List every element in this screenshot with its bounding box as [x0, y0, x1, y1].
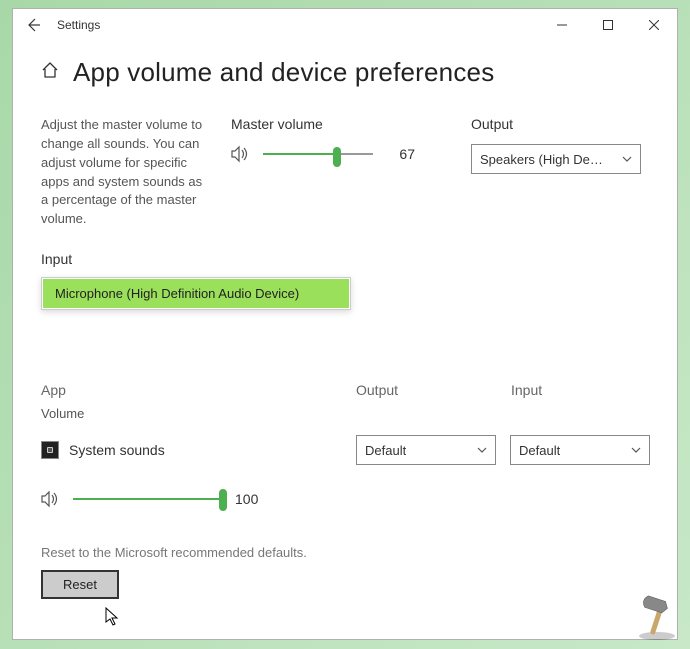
chevron-down-icon — [622, 154, 632, 165]
window-title: Settings — [53, 18, 539, 32]
output-selected: Speakers (High De… — [480, 152, 603, 167]
maximize-button[interactable] — [585, 9, 631, 41]
master-volume-slider[interactable] — [263, 144, 373, 164]
app-volume-slider[interactable] — [73, 489, 223, 509]
reset-section: Reset to the Microsoft recommended defau… — [41, 545, 649, 599]
app-output-selected: Default — [365, 443, 406, 458]
speaker-icon — [231, 145, 251, 163]
settings-window: Settings App volume and device preferenc… — [12, 8, 678, 640]
output-column-header: Output — [356, 382, 511, 398]
app-input-dropdown[interactable]: Default — [510, 435, 650, 465]
content-area: App volume and device preferences Adjust… — [13, 41, 677, 639]
chevron-down-icon — [477, 445, 487, 456]
back-button[interactable] — [13, 9, 53, 41]
input-dropdown[interactable]: Microphone (High Definition Audio Device… — [41, 277, 351, 310]
app-row: System sounds Default Default — [41, 435, 649, 465]
close-button[interactable] — [631, 9, 677, 41]
top-grid: Adjust the master volume to change all s… — [41, 116, 649, 229]
input-section: Input Microphone (High Definition Audio … — [41, 251, 649, 310]
page-title: App volume and device preferences — [73, 57, 494, 88]
speaker-icon — [41, 490, 61, 508]
header-row: App volume and device preferences — [41, 57, 649, 88]
titlebar: Settings — [13, 9, 677, 41]
home-icon[interactable] — [41, 61, 59, 84]
master-slider-row: 67 — [231, 144, 431, 164]
chevron-down-icon — [631, 445, 641, 456]
reset-button[interactable]: Reset — [41, 570, 119, 599]
app-input-selected: Default — [519, 443, 560, 458]
input-selected: Microphone (High Definition Audio Device… — [43, 279, 349, 308]
app-name: System sounds — [69, 442, 165, 458]
app-header-row: App Output Input — [41, 382, 649, 398]
app-slider-row: 100 — [41, 489, 649, 509]
app-column-header: App — [41, 382, 356, 398]
input-column-header: Input — [511, 382, 542, 398]
minimize-button[interactable] — [539, 9, 585, 41]
reset-description: Reset to the Microsoft recommended defau… — [41, 545, 649, 560]
app-section: App Output Input Volume System sounds De… — [41, 382, 649, 509]
output-label: Output — [471, 116, 641, 132]
system-sounds-icon — [41, 441, 59, 459]
master-volume-section: Master volume 67 — [231, 116, 431, 229]
app-name-cell: System sounds — [41, 441, 356, 459]
master-volume-value: 67 — [385, 146, 415, 162]
description-text: Adjust the master volume to change all s… — [41, 116, 211, 229]
window-controls — [539, 9, 677, 41]
output-section: Output Speakers (High De… — [471, 116, 641, 229]
output-dropdown[interactable]: Speakers (High De… — [471, 144, 641, 174]
app-output-dropdown[interactable]: Default — [356, 435, 496, 465]
input-label: Input — [41, 251, 649, 267]
volume-column-header: Volume — [41, 406, 649, 421]
app-volume-value: 100 — [235, 491, 265, 507]
master-volume-label: Master volume — [231, 116, 431, 132]
